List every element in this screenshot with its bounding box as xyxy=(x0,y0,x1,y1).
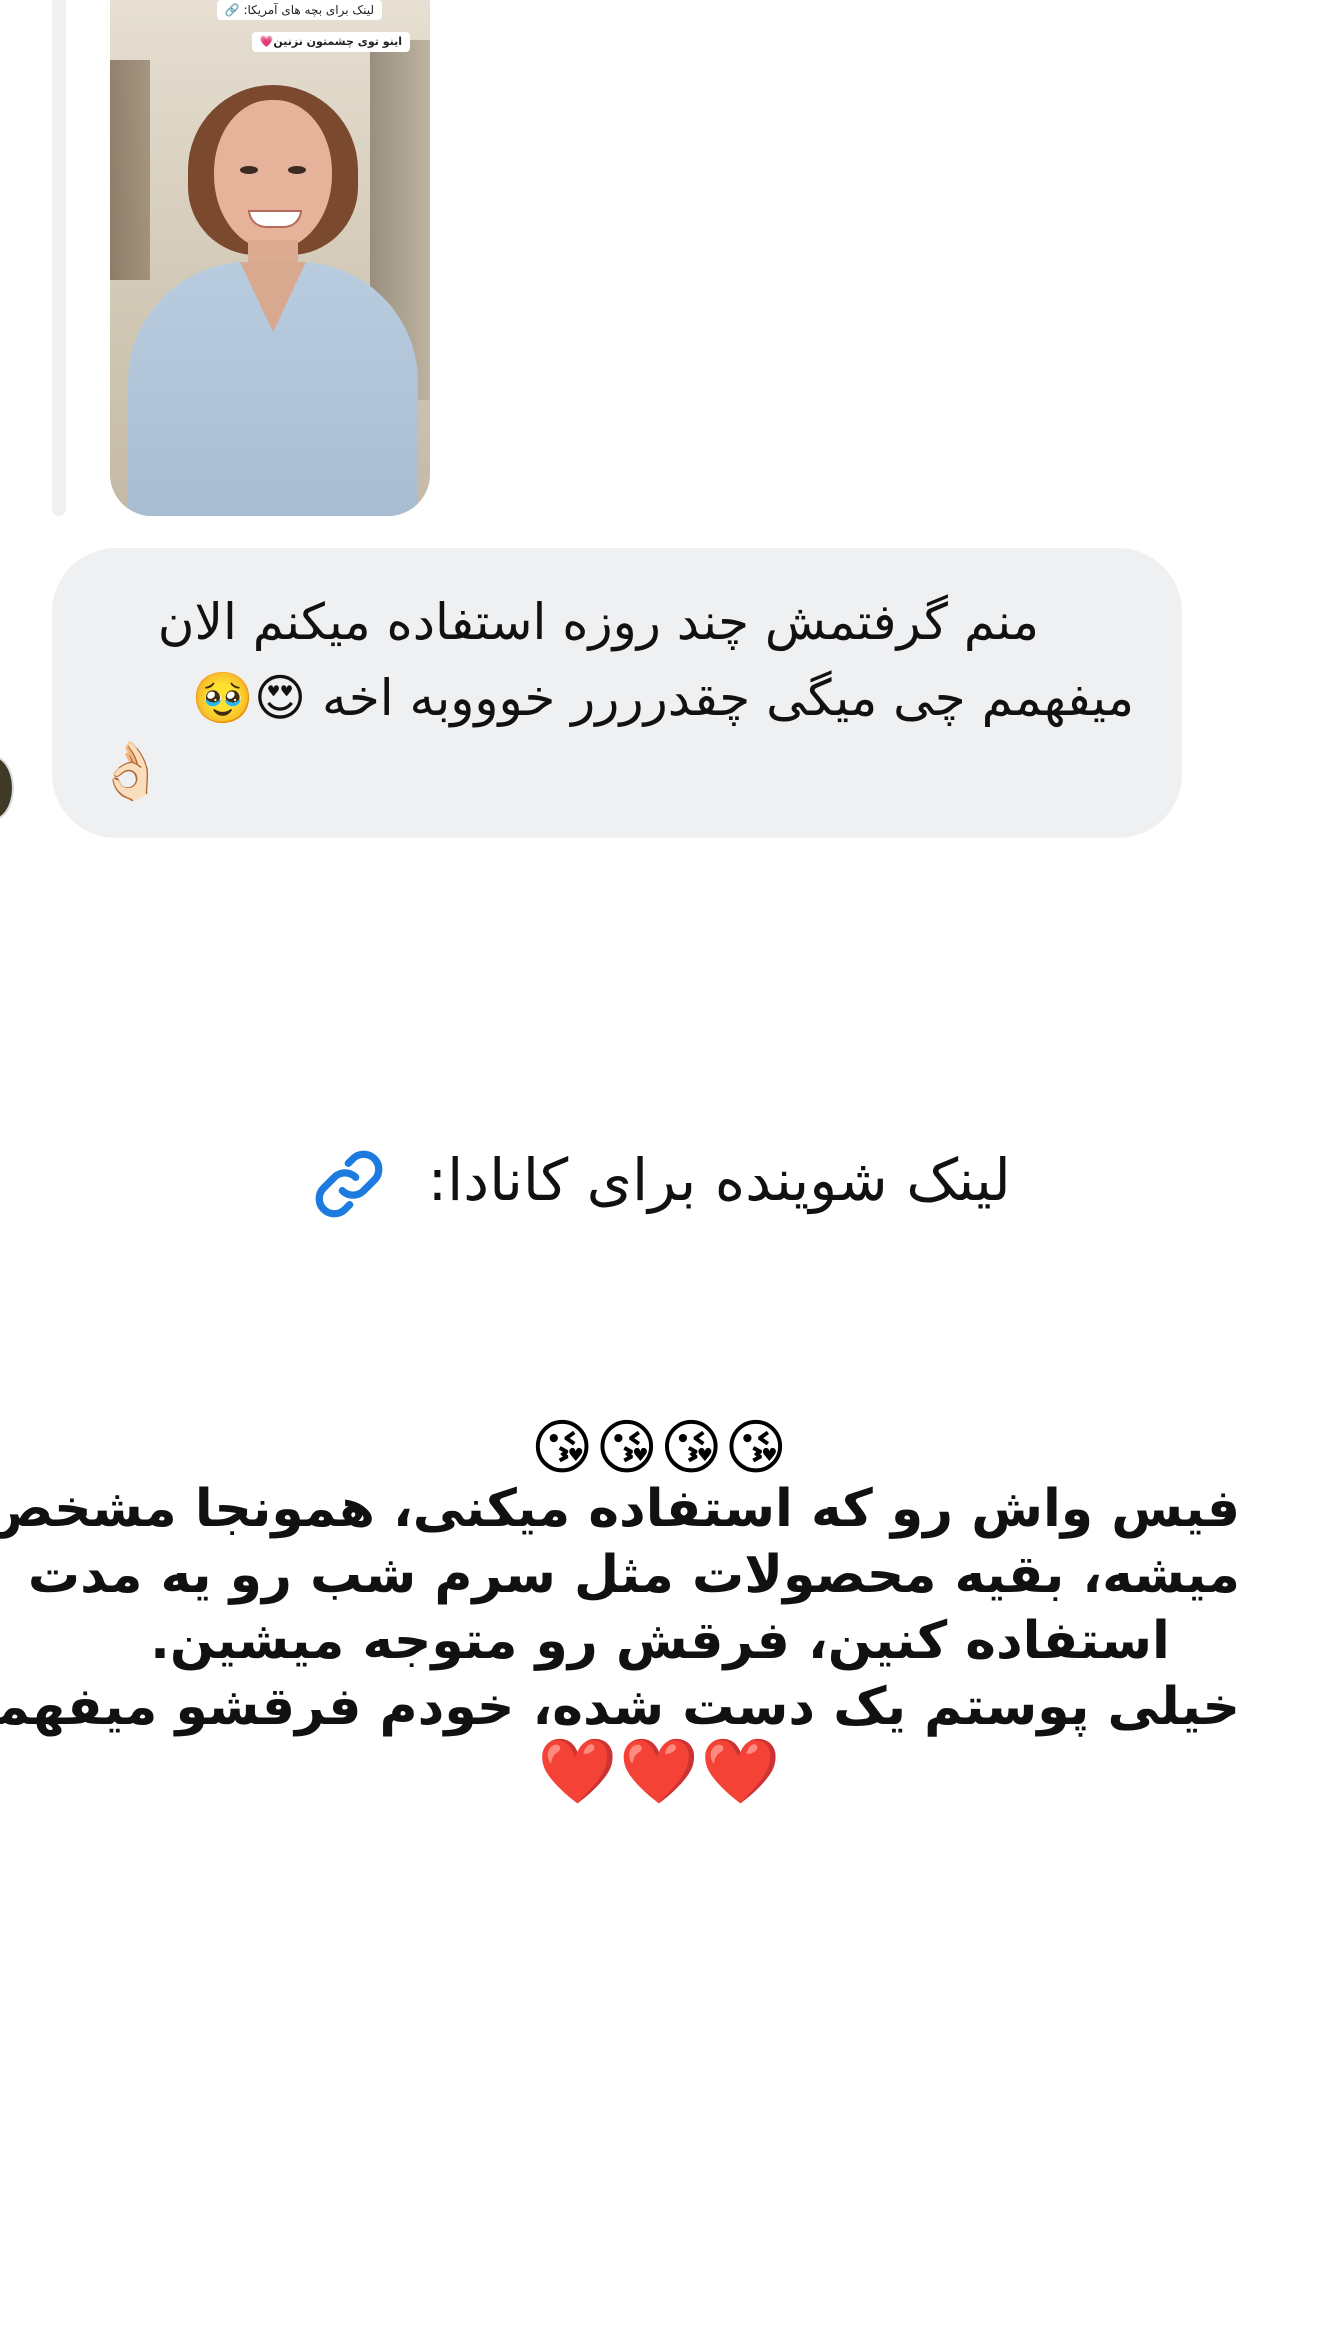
story-caption: فیس واش رو که استفاده میکنی، همونجا مشخص… xyxy=(0,1476,1240,1740)
story-preview[interactable]: لینک برای بچه های آمریکا: 🔗 اینو توی چشم… xyxy=(110,0,430,516)
story-person-collar xyxy=(240,262,306,332)
story-text-sticker: اینو توی چشمتون نزنین💗 xyxy=(251,32,410,52)
link-caption-text: لینک شوینده برای کانادا: xyxy=(427,1146,1011,1214)
message-line: میفهمم چی میگی چقدرررر خوووبه اخه 😍🥹 xyxy=(191,669,1134,727)
reply-thread-line xyxy=(52,0,66,516)
story-person-eye xyxy=(240,166,258,174)
story-doorframe xyxy=(110,60,150,280)
link-icon[interactable] xyxy=(309,1144,389,1224)
message-bubble[interactable]: منم گرفتمش چند روزه استفاده میکنم الان م… xyxy=(52,548,1182,838)
message-line: منم گرفتمش چند روزه استفاده میکنم الان xyxy=(157,593,1039,651)
hearts-emoji-row: ❤️❤️❤️ xyxy=(537,1735,783,1809)
story-person-eye xyxy=(288,166,306,174)
caption-line: میشه، بقیه محصولات مثل سرم شب رو یه مدت xyxy=(27,1545,1240,1605)
caption-line: فیس واش رو که استفاده میکنی، همونجا مشخص xyxy=(0,1479,1240,1539)
ok-hand-emoji: 👌🏻 xyxy=(96,739,166,804)
story-link-sticker-text: لینک برای بچه های آمریکا: xyxy=(243,3,374,17)
link-caption-row[interactable]: لینک شوینده برای کانادا: xyxy=(0,1135,1320,1225)
sender-avatar[interactable] xyxy=(0,755,14,821)
chat-page: لینک برای بچه های آمریکا: 🔗 اینو توی چشم… xyxy=(0,0,1320,2346)
link-icon: 🔗 xyxy=(224,3,240,17)
caption-line: استفاده کنین، فرقش رو متوجه میشین. xyxy=(150,1611,1170,1671)
story-link-sticker[interactable]: لینک برای بچه های آمریکا: 🔗 xyxy=(216,0,382,20)
